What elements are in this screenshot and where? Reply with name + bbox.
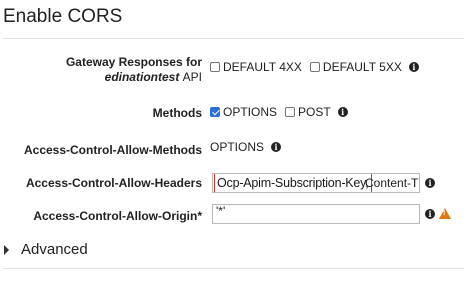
api-name: edinationtest — [104, 70, 180, 84]
title-divider — [3, 38, 464, 39]
allow-methods-value: OPTIONS — [210, 140, 265, 154]
default-4xx-checkbox[interactable] — [210, 62, 220, 72]
default-5xx-checkbox[interactable] — [309, 62, 320, 72]
info-icon[interactable]: i — [337, 107, 348, 117]
panel-title: Enable CORS — [3, 6, 123, 27]
caret-right-icon — [4, 244, 9, 255]
gateway-responses-label-text: Gateway Responses for — [65, 55, 202, 69]
post-checkbox[interactable] — [285, 107, 296, 117]
allow-origin-label: Access-Control-Allow-Origin* — [33, 209, 202, 223]
bottom-divider — [3, 268, 464, 269]
info-icon[interactable]: i — [271, 142, 282, 152]
post-label: POST — [298, 105, 331, 119]
gateway-responses-label: Gateway Responses for edinationtest API — [66, 55, 202, 85]
allow-origin-value: '*' — [216, 204, 226, 218]
allow-methods-value-row: OPTIONS i — [210, 140, 282, 154]
warning-icon: ! — [439, 208, 451, 219]
options-checkbox[interactable] — [210, 107, 220, 117]
advanced-toggle[interactable]: Advanced — [4, 241, 88, 258]
allow-origin-input[interactable]: '*' — [212, 204, 420, 224]
default-4xx-label: DEFAULT 4XX — [223, 60, 302, 74]
highlighted-header-value: Ocp-Apim-Subscription-Key, — [214, 174, 372, 192]
options-label: OPTIONS — [223, 105, 278, 119]
methods-options: OPTIONS POST i — [210, 105, 348, 119]
default-5xx-label: DEFAULT 5XX — [322, 60, 402, 74]
allow-methods-label: Access-Control-Allow-Methods — [23, 143, 202, 157]
advanced-label: Advanced — [21, 241, 88, 258]
methods-label: Methods — [152, 106, 202, 120]
allow-headers-input[interactable]: Ocp-Apim-Subscription-Key, Content-T — [212, 173, 420, 193]
info-icon[interactable]: i — [425, 209, 435, 219]
allow-headers-rest-value: Content-T — [365, 176, 419, 190]
api-suffix: API — [182, 70, 202, 84]
gateway-responses-options: DEFAULT 4XX DEFAULT 5XX i — [210, 60, 419, 74]
info-icon[interactable]: i — [425, 178, 435, 188]
info-icon[interactable]: i — [408, 62, 419, 72]
allow-headers-label: Access-Control-Allow-Headers — [25, 176, 202, 190]
